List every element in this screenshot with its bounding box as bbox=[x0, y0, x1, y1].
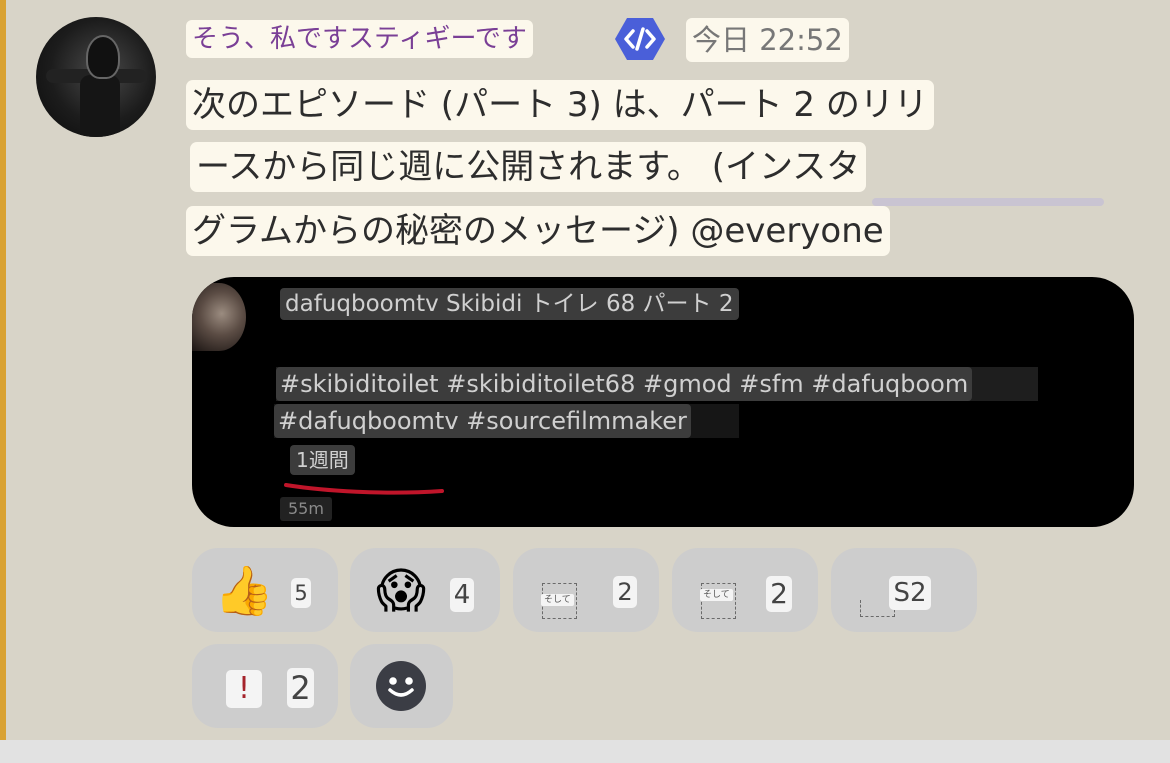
reaction-custom-emoji[interactable]: S2 bbox=[831, 548, 977, 632]
exclamation-icon: ! bbox=[226, 670, 262, 708]
embed-hashtags[interactable]: #skibiditoilet #skibiditoilet68 #gmod #s… bbox=[276, 367, 973, 401]
reaction-custom-emoji[interactable]: そして 2 bbox=[672, 548, 818, 632]
reaction-scream[interactable]: 😱 4 bbox=[350, 548, 500, 632]
author-username[interactable]: そう、私ですスティギーです bbox=[186, 20, 533, 58]
reaction-count: 2 bbox=[613, 576, 637, 608]
embed-hashtags[interactable]: #dafuqboomtv #sourcefilmmaker bbox=[274, 404, 691, 438]
reaction-count: 4 bbox=[450, 578, 474, 612]
add-reaction-button[interactable] bbox=[350, 644, 453, 728]
video-embed-card[interactable]: dafuqboomtv Skibidi トイレ 68 パート 2 #skibid… bbox=[192, 277, 1134, 527]
message-text-line: ースから同じ週に公開されます。 (インスタ bbox=[190, 142, 867, 192]
bottom-divider bbox=[0, 740, 1170, 763]
embed-channel-avatar[interactable] bbox=[192, 283, 246, 351]
embed-title[interactable]: dafuqboomtv Skibidi トイレ 68 パート 2 bbox=[280, 288, 739, 320]
thumbs-up-icon: 👍 bbox=[214, 563, 274, 619]
message-timestamp: 今日 22:52 bbox=[686, 18, 849, 62]
reaction-count: 2 bbox=[766, 576, 792, 612]
screaming-face-icon: 😱 bbox=[376, 563, 427, 619]
code-brackets-icon[interactable] bbox=[614, 16, 666, 62]
emoji-label: そして bbox=[700, 589, 733, 601]
reaction-custom-emoji[interactable]: そして 2 bbox=[513, 548, 659, 632]
message-text-line: グラムからの秘密のメッセージ) @everyone bbox=[186, 206, 890, 256]
faint-highlight bbox=[872, 198, 1104, 206]
reaction-exclamation[interactable]: ! 2 bbox=[192, 644, 338, 728]
emoji-label: そして bbox=[541, 594, 574, 606]
reaction-thumbs-up[interactable]: 👍 5 bbox=[192, 548, 338, 632]
smiley-face-icon bbox=[376, 661, 426, 711]
reaction-count: S2 bbox=[889, 576, 931, 610]
reaction-count: 2 bbox=[287, 668, 314, 708]
author-avatar[interactable] bbox=[36, 17, 156, 137]
message-highlight-bar bbox=[0, 0, 6, 740]
red-underline-mark bbox=[284, 483, 444, 495]
embed-age: 1週間 bbox=[290, 445, 355, 475]
message-text-line: 次のエピソード (パート 3) は、パート 2 のリリ bbox=[186, 80, 934, 130]
reaction-count: 5 bbox=[291, 578, 311, 608]
embed-duration: 55m bbox=[280, 497, 332, 521]
